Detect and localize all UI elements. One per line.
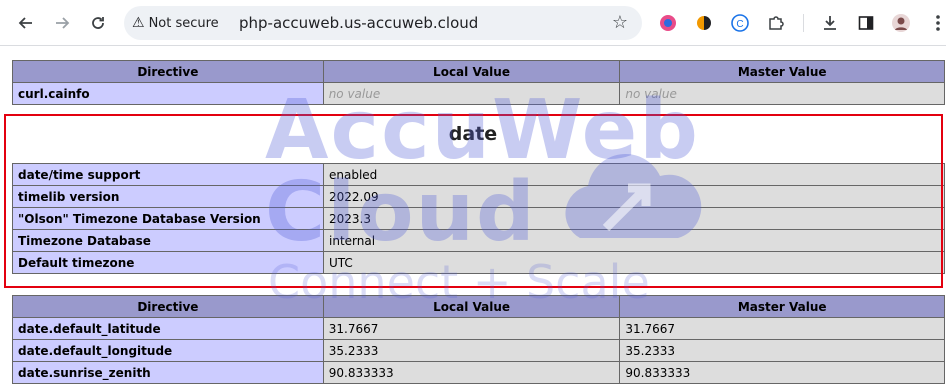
local-value: 90.833333 [322,361,621,384]
address-bar[interactable]: ⚠ Not secure php-accuweb.us-accuweb.clou… [124,6,642,40]
info-value: 2023.3 [323,207,945,230]
directive-name: curl.cainfo [12,82,324,105]
curl-directive-table: Directive Local Value Master Value curl.… [12,60,945,105]
color-wheel-extension-icon[interactable] [657,12,679,34]
reload-icon[interactable] [84,9,112,37]
toolbar-divider [803,14,804,32]
table-row: timelib version 2022.09 [12,185,945,208]
half-moon-extension-icon[interactable] [693,12,715,34]
master-value: 31.7667 [619,317,945,340]
master-value: 90.833333 [619,361,945,384]
security-chip[interactable]: ⚠ Not secure [132,13,219,33]
info-label: Timezone Database [12,229,324,252]
date-info-table: date/time support enabled timelib versio… [12,163,945,274]
info-value: UTC [323,251,945,274]
info-value: internal [323,229,945,252]
bookmark-star-icon[interactable]: ☆ [612,12,628,33]
local-value: 31.7667 [322,317,621,340]
table-row: date.sunrise_zenith 90.833333 90.833333 [12,361,945,384]
profile-avatar-icon[interactable] [890,12,912,34]
c-extension-icon[interactable]: C [729,12,751,34]
section-title-date: date [448,123,498,145]
security-label: Not secure [148,15,219,31]
info-label: date/time support [12,163,324,186]
browser-toolbar: ⚠ Not secure php-accuweb.us-accuweb.clou… [0,0,946,46]
local-value: 35.2333 [322,339,621,362]
info-value: enabled [323,163,945,186]
more-options-icon[interactable] [927,12,946,34]
info-value: 2022.09 [323,185,945,208]
directive-name: date.sunrise_zenith [12,361,324,384]
side-panel-icon[interactable] [855,12,877,34]
header-local-value: Local Value [322,295,621,318]
master-value: 35.2333 [619,339,945,362]
directive-name: date.default_latitude [12,317,324,340]
table-header-row: Directive Local Value Master Value [12,60,945,83]
master-value: no value [619,82,945,105]
local-value: no value [322,82,621,105]
table-header-row: Directive Local Value Master Value [12,295,945,318]
svg-text:C: C [736,19,743,30]
directive-name: date.default_longitude [12,339,324,362]
date-directive-table: Directive Local Value Master Value date.… [12,295,945,384]
table-row: date/time support enabled [12,163,945,186]
table-row: date.default_longitude 35.2333 35.2333 [12,339,945,362]
info-label: timelib version [12,185,324,208]
header-master-value: Master Value [619,60,945,83]
back-arrow-icon[interactable] [12,9,40,37]
warning-triangle-icon: ⚠ [132,15,145,31]
info-label: "Olson" Timezone Database Version [12,207,324,230]
header-master-value: Master Value [619,295,945,318]
table-row: "Olson" Timezone Database Version 2023.3 [12,207,945,230]
header-directive: Directive [12,60,324,83]
table-row: date.default_latitude 31.7667 31.7667 [12,317,945,340]
download-icon[interactable] [819,12,841,34]
forward-arrow-icon[interactable] [48,9,76,37]
header-directive: Directive [12,295,324,318]
header-local-value: Local Value [322,60,621,83]
table-row: Default timezone UTC [12,251,945,274]
table-row: Timezone Database internal [12,229,945,252]
info-label: Default timezone [12,251,324,274]
puzzle-extensions-icon[interactable] [765,12,787,34]
table-row: curl.cainfo no value no value [12,82,945,105]
url-text[interactable]: php-accuweb.us-accuweb.cloud [239,14,478,32]
